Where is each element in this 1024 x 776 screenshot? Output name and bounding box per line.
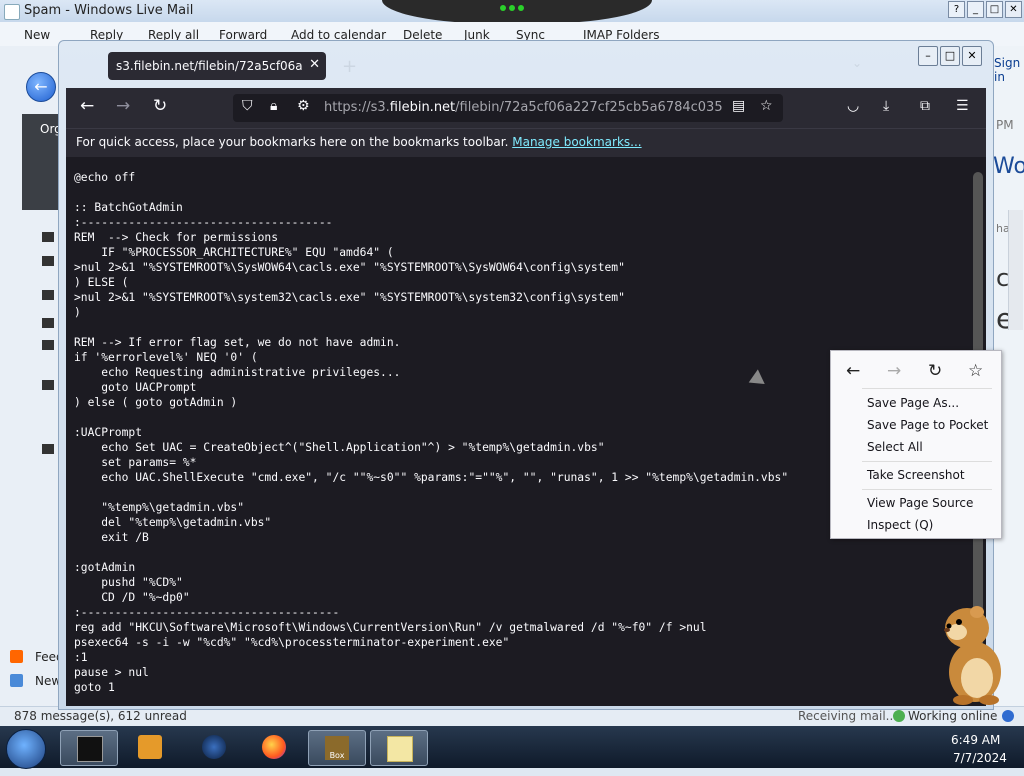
extensions-icon[interactable]: ⧉ bbox=[920, 98, 930, 114]
url-domain: filebin.net bbox=[389, 100, 456, 115]
view-page-source-item[interactable]: View Page Source bbox=[867, 496, 973, 510]
message-count: 878 message(s), 612 unread bbox=[14, 709, 187, 723]
receiving-status: Receiving mail... bbox=[798, 709, 898, 723]
context-back-icon[interactable]: ← bbox=[846, 361, 860, 381]
url-prefix: https://s3. bbox=[324, 100, 390, 115]
close-tab-icon[interactable]: ✕ bbox=[309, 57, 320, 72]
save-to-pocket-item[interactable]: Save Page to Pocket bbox=[867, 418, 988, 432]
taskbar-item-firefox[interactable] bbox=[246, 730, 302, 764]
browser-maximize-button[interactable]: □ bbox=[940, 46, 960, 66]
folder-icon[interactable] bbox=[42, 380, 54, 390]
time-fragment: PM bbox=[996, 118, 1014, 132]
folder-icon[interactable] bbox=[42, 318, 54, 328]
download-icon[interactable]: ⤓ bbox=[883, 98, 889, 114]
folder-icon[interactable] bbox=[42, 232, 54, 242]
taskbar-item-box[interactable]: Box bbox=[308, 730, 366, 766]
menu-icon[interactable]: ☰ bbox=[956, 98, 969, 114]
list-tabs-icon[interactable]: ⌄ bbox=[852, 56, 862, 70]
folder-icon[interactable] bbox=[42, 290, 54, 300]
taskbar-item-globe[interactable] bbox=[186, 730, 242, 764]
box-label: Box bbox=[325, 736, 349, 760]
browser-minimize-button[interactable]: – bbox=[918, 46, 938, 66]
bookmarks-hint-text: For quick access, place your bookmarks h… bbox=[76, 135, 509, 149]
browser-close-button[interactable]: ✕ bbox=[962, 46, 982, 66]
tab-title: s3.filebin.net/filebin/72a5cf06a227c bbox=[116, 59, 302, 73]
dock-indicator bbox=[500, 5, 524, 11]
mail-maximize-button[interactable]: □ bbox=[986, 1, 1003, 18]
lock-icon[interactable]: 🔒︎ bbox=[270, 98, 277, 114]
bookmark-star-icon[interactable]: ☆ bbox=[760, 98, 773, 114]
hamster-mascot bbox=[944, 606, 1001, 705]
menu-separator bbox=[862, 461, 992, 462]
tab-filebin[interactable]: s3.filebin.net/filebin/72a5cf06a227c ✕ bbox=[108, 52, 326, 80]
menu-separator bbox=[862, 489, 992, 490]
mail-window-controls: ? _ □ ✕ bbox=[948, 1, 1022, 18]
sign-in-link[interactable]: Sign in bbox=[994, 56, 1024, 84]
mail-help-button[interactable]: ? bbox=[948, 1, 965, 18]
manage-bookmarks-link[interactable]: Manage bookmarks... bbox=[512, 135, 641, 149]
forward-icon[interactable]: → bbox=[116, 96, 130, 116]
mail-close-button[interactable]: ✕ bbox=[1005, 1, 1022, 18]
start-button[interactable] bbox=[6, 729, 46, 769]
reload-icon[interactable]: ↻ bbox=[153, 96, 167, 116]
save-page-as-item[interactable]: Save Page As... bbox=[867, 396, 959, 410]
clock-time[interactable]: 6:49 AM bbox=[951, 733, 1000, 747]
url-text[interactable]: https://s3.filebin.net/filebin/72a5cf06a… bbox=[324, 100, 722, 115]
select-all-item[interactable]: Select All bbox=[867, 440, 923, 454]
context-reload-icon[interactable]: ↻ bbox=[928, 361, 942, 381]
shield-icon[interactable]: ⛉ bbox=[242, 98, 253, 114]
folder-icon[interactable] bbox=[42, 340, 54, 350]
back-arrow-icon[interactable]: ← bbox=[26, 72, 56, 102]
header-fragment: Wo bbox=[993, 154, 1024, 179]
new-button[interactable]: New bbox=[24, 28, 50, 42]
taskbar-item-monitor[interactable] bbox=[60, 730, 118, 766]
mail-scrollbar[interactable] bbox=[1008, 210, 1023, 330]
context-forward-icon[interactable]: → bbox=[887, 361, 901, 381]
folder-icon[interactable] bbox=[42, 256, 54, 266]
newsgroup-icon[interactable] bbox=[10, 674, 23, 687]
taskbar-item-mail[interactable] bbox=[370, 730, 428, 766]
new-tab-icon[interactable]: + bbox=[342, 56, 357, 77]
reader-view-icon[interactable]: ▤ bbox=[732, 98, 745, 114]
online-status: Working online bbox=[908, 709, 998, 723]
taskbar-item-media-player[interactable] bbox=[122, 730, 178, 764]
menu-separator bbox=[862, 388, 992, 389]
folder-icon[interactable] bbox=[42, 444, 54, 454]
context-bookmark-icon[interactable]: ☆ bbox=[968, 361, 983, 381]
batch-script-text: @echo off :: BatchGotAdmin :------------… bbox=[74, 171, 789, 694]
permissions-icon[interactable]: ⚙︎ bbox=[297, 98, 310, 114]
take-screenshot-item[interactable]: Take Screenshot bbox=[867, 468, 965, 482]
bookmarks-hint: For quick access, place your bookmarks h… bbox=[76, 135, 642, 149]
mail-minimize-button[interactable]: _ bbox=[967, 1, 984, 18]
inspect-item[interactable]: Inspect (Q) bbox=[867, 518, 933, 532]
clock-date[interactable]: 7/7/2024 bbox=[953, 751, 1007, 765]
back-icon[interactable]: ← bbox=[80, 96, 94, 116]
mail-window-title: Spam - Windows Live Mail bbox=[24, 3, 194, 18]
system-tray[interactable] bbox=[866, 730, 938, 764]
online-status-icon bbox=[893, 710, 905, 722]
mail-app-icon bbox=[4, 4, 20, 20]
browser-window-controls: – □ ✕ bbox=[918, 46, 982, 66]
rss-feed-icon[interactable] bbox=[10, 650, 23, 663]
url-path: /filebin/72a5cf06a227cf25cb5a6784c0358a1 bbox=[455, 100, 722, 115]
pocket-icon[interactable]: ◡ bbox=[847, 98, 859, 114]
help-icon[interactable] bbox=[1002, 710, 1014, 722]
